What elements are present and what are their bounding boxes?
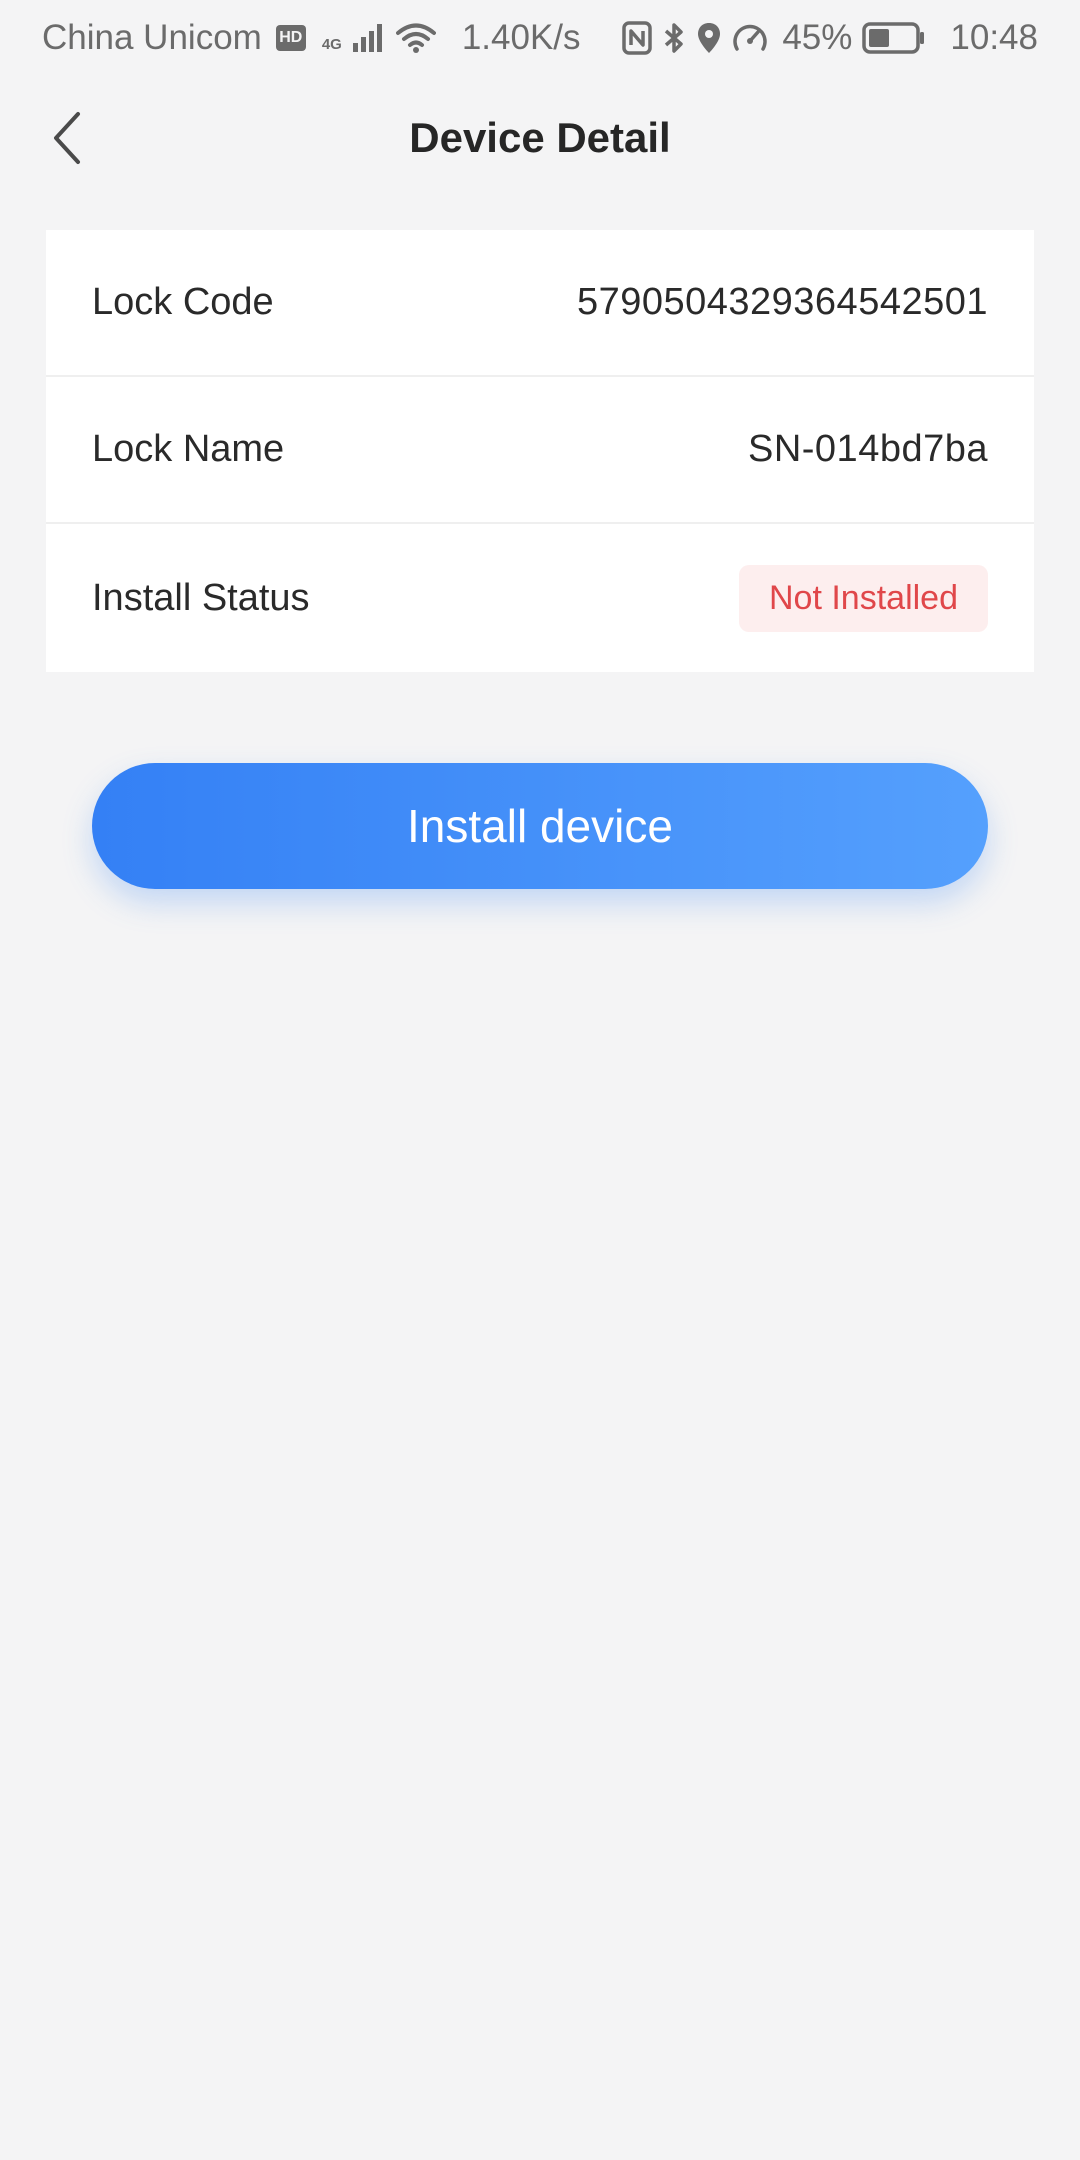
lock-name-value: SN-014bd7ba (747, 428, 988, 470)
clock-time: 10:48 (950, 18, 1038, 57)
lock-name-label: Lock Name (92, 428, 285, 470)
status-bar: China Unicom HD 4G 1.40K/s 45% 10:48 (0, 0, 1080, 76)
network-speed: 1.40K/s (461, 18, 581, 57)
install-device-button[interactable]: Install device (92, 763, 988, 889)
bluetooth-icon (662, 21, 686, 55)
battery-icon (862, 22, 926, 54)
device-info-card: Lock Code 5790504329364542501 Lock Name … (46, 230, 1034, 672)
speedometer-icon (732, 21, 768, 55)
carrier-name: China Unicom (42, 18, 262, 57)
status-bar-left: China Unicom HD 4G 1.40K/s (42, 18, 581, 58)
lock-code-label: Lock Code (92, 281, 274, 323)
wifi-icon (395, 22, 436, 54)
install-status-row: Install Status Not Installed (46, 524, 1034, 672)
battery-percent: 45% (782, 18, 853, 57)
app-header: Device Detail (0, 96, 1080, 180)
location-icon (696, 21, 722, 55)
lock-name-row: Lock Name SN-014bd7ba (46, 377, 1034, 524)
status-badge: Not Installed (739, 564, 988, 632)
hd-icon: HD (275, 25, 306, 51)
lock-code-row: Lock Code 5790504329364542501 (46, 230, 1034, 377)
install-status-label: Install Status (92, 576, 310, 619)
status-bar-right: 45% 10:48 (622, 18, 1038, 58)
page-title: Device Detail (409, 114, 671, 161)
signal-icon (352, 23, 386, 53)
network-type-label: 4G (321, 36, 342, 53)
lock-code-value: 5790504329364542501 (576, 281, 988, 323)
nfc-icon (622, 21, 653, 55)
